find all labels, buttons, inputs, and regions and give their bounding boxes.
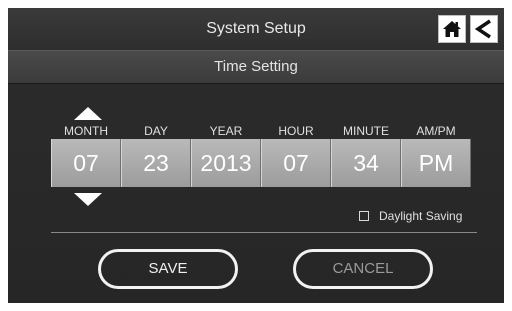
home-icon bbox=[443, 21, 461, 37]
month-value[interactable]: 07 bbox=[51, 139, 121, 187]
back-button[interactable] bbox=[470, 15, 498, 43]
hour-label: HOUR bbox=[278, 124, 314, 138]
subheader-bar: Time Setting bbox=[8, 50, 504, 84]
section-title: Time Setting bbox=[214, 58, 298, 75]
daylight-saving-checkbox[interactable] bbox=[359, 211, 369, 221]
save-button[interactable]: SAVE bbox=[98, 249, 238, 289]
down-arrow-icon[interactable] bbox=[74, 193, 102, 206]
hour-value[interactable]: 07 bbox=[261, 139, 331, 187]
up-arrow-icon[interactable] bbox=[74, 107, 102, 120]
header-bar: System Setup bbox=[8, 8, 504, 50]
ampm-value[interactable]: PM bbox=[401, 139, 471, 187]
time-setting-screen: System Setup Time Setting MONTH DAY YEAR… bbox=[8, 8, 504, 303]
year-value[interactable]: 2013 bbox=[191, 139, 261, 187]
minute-label: MINUTE bbox=[343, 124, 389, 138]
time-value-row: 07 23 2013 07 34 PM bbox=[51, 139, 471, 187]
ampm-label: AM/PM bbox=[416, 124, 456, 138]
day-value[interactable]: 23 bbox=[121, 139, 191, 187]
day-label: DAY bbox=[144, 124, 168, 138]
back-arrow-icon bbox=[474, 19, 491, 39]
cancel-button[interactable]: CANCEL bbox=[293, 249, 433, 289]
month-label: MONTH bbox=[64, 124, 108, 138]
minute-value[interactable]: 34 bbox=[331, 139, 401, 187]
year-label: YEAR bbox=[209, 124, 243, 138]
page-title: System Setup bbox=[206, 20, 306, 37]
daylight-saving-label: Daylight Saving bbox=[379, 209, 463, 223]
divider bbox=[51, 232, 477, 233]
home-button[interactable] bbox=[438, 15, 466, 43]
